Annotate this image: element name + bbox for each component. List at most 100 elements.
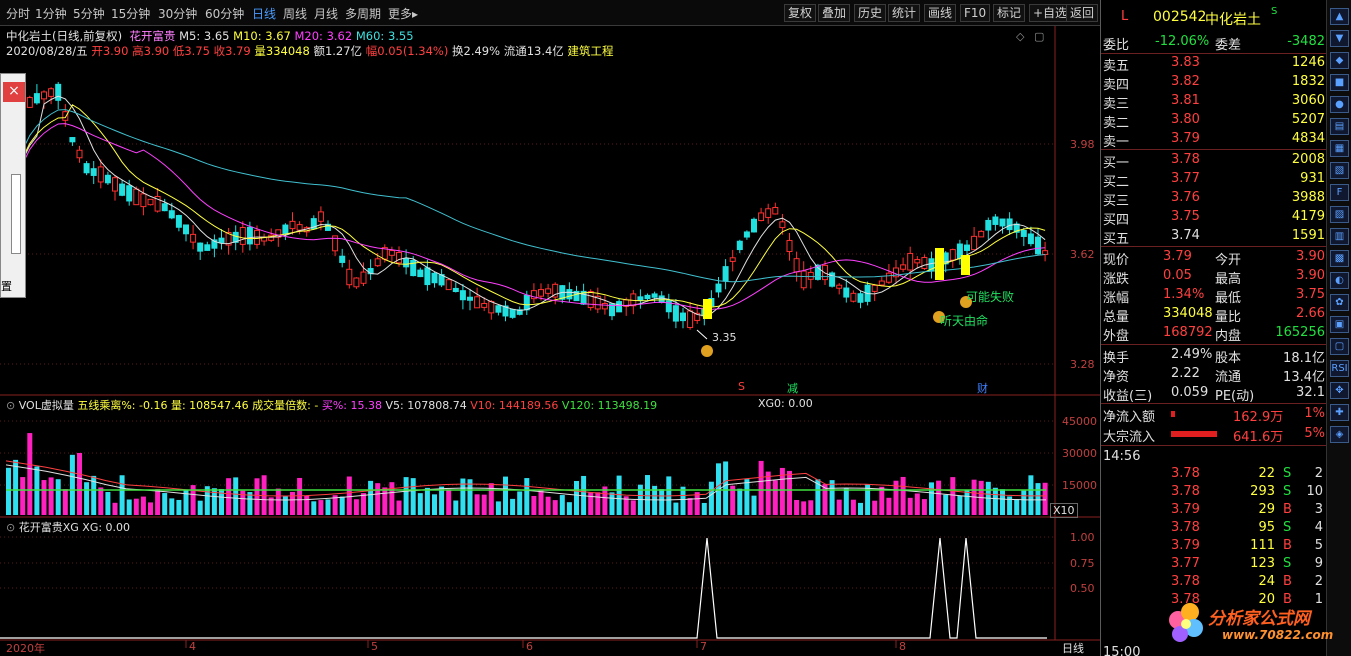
window-icon[interactable]: ▢ <box>1034 30 1044 43</box>
volume-bar <box>865 484 871 515</box>
period-label[interactable]: 日线 <box>1062 640 1084 656</box>
candle-body <box>374 258 381 267</box>
sell-marker: S <box>738 380 745 393</box>
volume-bar <box>929 482 934 515</box>
volume-bar <box>886 497 892 515</box>
candle-body <box>417 269 424 278</box>
toolbar-icon[interactable]: ● <box>1330 96 1349 113</box>
candle-body <box>914 259 921 264</box>
toolbar-icon[interactable]: ▥ <box>1330 228 1349 245</box>
period-tab[interactable]: 15分钟 <box>111 5 150 22</box>
toolbar-icon[interactable]: ◈ <box>1330 426 1349 443</box>
stat-label: 涨幅 <box>1103 291 1130 306</box>
ask-label: 卖三 <box>1103 97 1130 112</box>
candle-body <box>779 221 786 229</box>
period-tab[interactable]: 1分钟 <box>35 5 67 22</box>
period-tab-active[interactable]: 日线 <box>252 5 276 22</box>
draw-line-button[interactable]: 画线 <box>924 4 957 22</box>
back-button[interactable]: 返回 <box>1066 4 1099 22</box>
period-tab[interactable]: 周线 <box>283 5 307 22</box>
toolbar-icon[interactable]: ▦ <box>1330 140 1349 157</box>
volume-bar <box>1000 489 1005 515</box>
volume-bar <box>133 498 139 515</box>
period-tab[interactable]: 5分钟 <box>73 5 105 22</box>
toolbar-icon[interactable]: ▢ <box>1330 338 1349 355</box>
volume-axis-label: 30000 <box>1062 447 1097 460</box>
toolbar-icon[interactable]: ■ <box>1330 74 1349 91</box>
chart-canvas[interactable] <box>0 0 1100 656</box>
period-tab[interactable]: 分时 <box>6 5 30 22</box>
flow-bar <box>1171 431 1217 437</box>
bid-volume: 2008 <box>1291 152 1325 167</box>
collapse-icon[interactable]: ⊙ <box>6 399 15 412</box>
diamond-icon[interactable]: ◇ <box>1016 30 1024 43</box>
candle-body <box>637 296 644 301</box>
bid-price: 3.77 <box>1171 171 1200 186</box>
flow-pct: 1% <box>1304 406 1325 421</box>
overlay-button[interactable]: 叠加 <box>818 4 851 22</box>
volume-bar <box>921 499 927 515</box>
volume-bar <box>503 476 508 515</box>
stats-button[interactable]: 统计 <box>888 4 921 22</box>
chart-header-line: 中化岩土(日线,前复权) 花开富贵 M5: 3.65 M10: 3.67 M20… <box>6 28 414 44</box>
candle-body <box>495 305 502 313</box>
low-price-annotation: 3.35 <box>712 331 737 344</box>
toolbar-icon[interactable]: ✥ <box>1330 382 1349 399</box>
period-tab[interactable]: 30分钟 <box>158 5 197 22</box>
volume-bar <box>602 486 608 515</box>
panel-scrollbar[interactable] <box>11 174 21 254</box>
restore-rights-button[interactable]: 复权 <box>784 4 817 22</box>
candle-body <box>587 291 594 309</box>
bid-label: 买三 <box>1103 194 1130 209</box>
history-button[interactable]: 历史 <box>854 4 887 22</box>
toolbar-icon[interactable]: ▲ <box>1330 8 1349 25</box>
toolbar-icon[interactable]: F <box>1330 184 1349 201</box>
f10-button[interactable]: F10 <box>960 4 991 22</box>
candle-body <box>644 294 651 300</box>
toolbar-icon[interactable]: ✚ <box>1330 404 1349 421</box>
stat-row: 涨幅 1.34% 最低 3.75 <box>1101 286 1327 306</box>
ask-volume: 3060 <box>1291 93 1325 108</box>
toolbar-icon[interactable]: RSI <box>1330 360 1349 377</box>
tick-side: S <box>1283 484 1292 499</box>
turnover-value: 换2.49% <box>452 44 501 58</box>
stat-value: 3.90 <box>1296 268 1325 283</box>
candle-body <box>183 224 189 235</box>
volume-qty: 量: 108547.46 <box>170 399 249 412</box>
stat-value: 3.90 <box>1296 249 1325 264</box>
toolbar-icon[interactable]: ▧ <box>1330 162 1349 179</box>
toolbar-icon[interactable]: ▤ <box>1330 118 1349 135</box>
toolbar-icon[interactable]: ◆ <box>1330 52 1349 69</box>
volume-bar <box>1028 475 1034 515</box>
flow-label: 大宗流入 <box>1103 430 1156 445</box>
volume-bar <box>900 476 906 515</box>
collapse-icon[interactable]: ⊙ <box>6 521 15 534</box>
volume-bar <box>566 502 572 515</box>
add-watchlist-button[interactable]: +自选 <box>1029 4 1072 22</box>
volume-bar <box>467 479 473 515</box>
period-tab[interactable]: 月线 <box>314 5 338 22</box>
mark-button[interactable]: 标记 <box>993 4 1026 22</box>
price-axis-label: 3.62 <box>1070 248 1095 261</box>
toolbar-icon[interactable]: ✿ <box>1330 294 1349 311</box>
period-tab[interactable]: 更多▸ <box>388 5 418 22</box>
volume-bar <box>772 480 778 515</box>
finance-marker: 财 <box>977 382 988 395</box>
fund-label: 换手 <box>1103 351 1130 366</box>
toolbar-icon[interactable]: ▼ <box>1330 30 1349 47</box>
toolbar-icon[interactable]: ◐ <box>1330 272 1349 289</box>
ask-row: 卖三 3.81 3060 <box>1101 92 1327 112</box>
open-value: 开3.90 <box>91 44 129 58</box>
stat-value: 3.75 <box>1296 287 1325 302</box>
floating-panel[interactable]: × 置 <box>0 73 26 298</box>
toolbar-icon[interactable]: ▣ <box>1330 316 1349 333</box>
period-tab[interactable]: 60分钟 <box>205 5 244 22</box>
candle-body <box>296 224 303 231</box>
candle-body <box>800 270 807 289</box>
toolbar-icon[interactable]: ▨ <box>1330 206 1349 223</box>
period-tab[interactable]: 多周期 <box>345 5 381 22</box>
close-icon[interactable]: × <box>3 82 25 102</box>
candle-body <box>396 251 402 264</box>
toolbar-icon[interactable]: ▩ <box>1330 250 1349 267</box>
tick-row: 3.78 95 S 4 <box>1101 520 1327 538</box>
